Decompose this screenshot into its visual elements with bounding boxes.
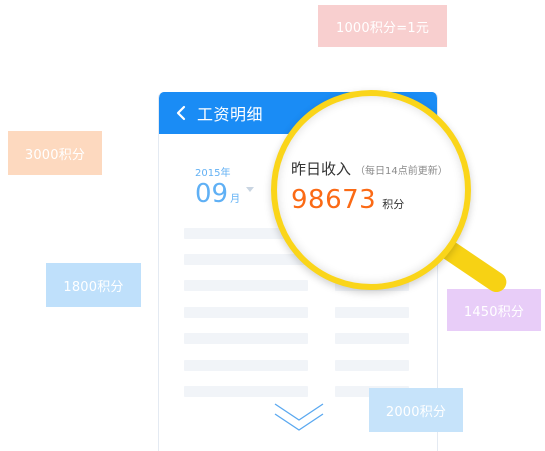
list-placeholder-row bbox=[184, 386, 308, 397]
list-placeholder-row bbox=[184, 307, 308, 318]
points-tag-2000: 2000积分 bbox=[369, 388, 463, 432]
promo-stage: 1000积分=1元 3000积分 1800积分 1450积分 2000积分 工资… bbox=[0, 0, 545, 451]
list-placeholder-row bbox=[184, 333, 308, 344]
list-placeholder-row bbox=[184, 254, 308, 265]
year-label: 2015年 bbox=[195, 168, 231, 179]
points-rate-tag: 1000积分=1元 bbox=[318, 5, 447, 47]
list-placeholder-row bbox=[335, 360, 409, 371]
income-title: 昨日收入 bbox=[291, 160, 352, 178]
month-unit: 月 bbox=[230, 194, 241, 205]
double-chevron-down-icon[interactable] bbox=[271, 400, 327, 436]
month-value: 09 bbox=[195, 179, 229, 209]
points-tag-1450: 1450积分 bbox=[447, 289, 541, 331]
month-selector[interactable]: 2015年 09 月 bbox=[195, 164, 240, 207]
points-tag-1800: 1800积分 bbox=[46, 263, 141, 307]
list-placeholder-row bbox=[335, 307, 409, 318]
dropdown-arrow-icon[interactable] bbox=[245, 186, 255, 194]
income-value: 98673 bbox=[291, 185, 377, 215]
list-placeholder-row bbox=[184, 360, 308, 371]
card-title: 工资明细 bbox=[197, 105, 264, 124]
points-tag-3000: 3000积分 bbox=[8, 131, 102, 175]
update-note: （每日14点前更新） bbox=[355, 166, 448, 177]
list-placeholder-row bbox=[335, 333, 409, 344]
list-placeholder-row bbox=[184, 280, 308, 291]
income-unit: 积分 bbox=[382, 198, 405, 211]
magnifier-icon: 昨日收入 （每日14点前更新） 98673 积分 bbox=[271, 90, 471, 290]
back-arrow-icon[interactable] bbox=[175, 104, 193, 122]
yesterday-income-panel: 昨日收入 （每日14点前更新） 98673 积分 bbox=[291, 158, 465, 215]
